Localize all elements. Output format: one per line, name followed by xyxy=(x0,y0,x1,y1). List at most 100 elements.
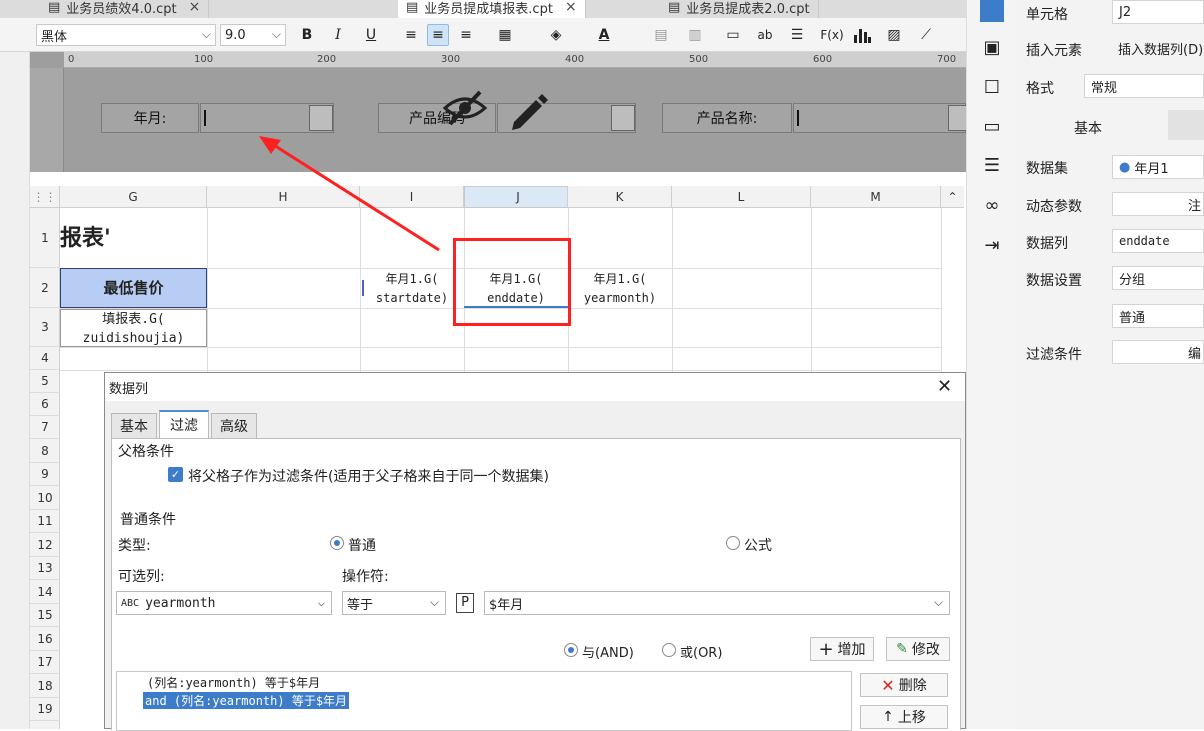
tab-basic[interactable]: 基本 xyxy=(111,413,157,438)
row-header[interactable]: 10 xyxy=(30,486,60,510)
tab-doc-2[interactable]: ▤ 业务员提成填报表.cpt × xyxy=(398,0,586,18)
advanced-subtab[interactable] xyxy=(1168,110,1204,140)
column-header[interactable]: K xyxy=(568,186,672,208)
cell-attributes-icon[interactable] xyxy=(980,0,1004,22)
filter-condition-button[interactable]: 编 xyxy=(1112,340,1204,364)
operator-select[interactable]: 等于 ⌵ xyxy=(342,591,446,615)
row-header[interactable]: 16 xyxy=(30,627,60,651)
data-setting-mode-select[interactable]: 普通 xyxy=(1112,304,1204,328)
report-title-fragment[interactable]: 报表' xyxy=(60,226,120,252)
row-header[interactable]: 12 xyxy=(30,533,60,557)
row-header[interactable]: 5 xyxy=(30,370,60,393)
radio-and[interactable] xyxy=(564,643,578,657)
tab-doc-3[interactable]: ▤ 业务员提成表2.0.cpt xyxy=(660,0,819,18)
row-header[interactable]: 3 xyxy=(30,308,60,347)
row-header[interactable]: 15 xyxy=(30,604,60,627)
scroll-up-icon[interactable]: ⌃ xyxy=(941,186,964,208)
cell-g3[interactable]: 填报表.G( zuidishoujia) xyxy=(60,309,207,347)
bold-button[interactable]: B xyxy=(296,24,318,46)
row-header[interactable]: 17 xyxy=(30,651,60,674)
modify-condition-button[interactable]: ✎ 修改 xyxy=(886,637,950,661)
cell-value-field[interactable]: J2 xyxy=(1112,0,1204,24)
row-header[interactable]: 9 xyxy=(30,463,60,486)
move-up-button[interactable]: ↑ 上移 xyxy=(860,705,948,729)
parameter-type-button[interactable]: P xyxy=(456,593,474,613)
delete-condition-button[interactable]: ✕ 删除 xyxy=(860,673,948,697)
condition-icon[interactable]: ▭ xyxy=(980,115,1004,137)
select-all-corner[interactable]: ⋮⋮ xyxy=(30,186,60,208)
product-code-picker-button[interactable] xyxy=(611,105,635,131)
header-cell-min-price[interactable]: 最低售价 xyxy=(60,268,207,308)
column-header-selected[interactable]: J xyxy=(464,186,568,208)
date-picker-button[interactable] xyxy=(309,105,333,131)
merge-cells-icon[interactable]: ▤ xyxy=(650,24,672,46)
condition-list[interactable]: (列名:yearmonth) 等于$年月 and (列名:yearmonth) … xyxy=(116,671,852,731)
column-header[interactable]: M xyxy=(811,186,941,208)
hyperlink-icon[interactable]: ∞ xyxy=(980,194,1004,216)
add-condition-button[interactable]: + 增加 xyxy=(810,637,874,661)
column-header[interactable]: L xyxy=(672,186,811,208)
radio-or[interactable] xyxy=(662,643,676,657)
split-cells-icon[interactable]: ▥ xyxy=(684,24,706,46)
align-center-icon[interactable]: ≡ xyxy=(427,24,449,46)
row-header[interactable]: 14 xyxy=(30,580,60,604)
text-ab-button[interactable]: ab xyxy=(754,24,776,46)
diagonal-line-icon[interactable]: ⟋ xyxy=(915,24,937,46)
parent-filter-checkbox[interactable]: ✓ xyxy=(168,467,183,482)
hidden-eye-icon[interactable] xyxy=(442,88,488,132)
close-icon[interactable]: × xyxy=(189,0,201,15)
format-select[interactable]: 常规 xyxy=(1084,74,1204,98)
tab-doc-1[interactable]: ▤ 业务员绩效4.0.cpt × xyxy=(40,0,210,18)
italic-button[interactable]: I xyxy=(327,24,349,46)
widget-icon[interactable]: ☐ xyxy=(980,76,1004,98)
row-header[interactable]: 8 xyxy=(30,439,60,463)
style-icon[interactable]: ▣ xyxy=(980,36,1004,58)
radio-normal[interactable] xyxy=(330,536,344,550)
radio-formula[interactable] xyxy=(726,536,740,550)
text-wrap-icon[interactable]: ☰ xyxy=(786,24,808,46)
row-header[interactable]: 6 xyxy=(30,393,60,416)
font-color-icon[interactable]: A xyxy=(593,24,615,46)
row-header[interactable]: 2 xyxy=(30,268,60,308)
list-icon[interactable]: ☰ xyxy=(980,154,1004,176)
condition-item[interactable]: (列名:yearmonth) 等于$年月 xyxy=(147,674,320,691)
formula-button[interactable]: F(x) xyxy=(818,24,846,46)
year-month-field[interactable] xyxy=(200,103,334,133)
row-header[interactable]: 13 xyxy=(30,557,60,580)
tab-advanced[interactable]: 高级 xyxy=(211,413,257,438)
close-icon[interactable]: × xyxy=(565,0,577,15)
border-icon[interactable]: ▦ xyxy=(494,24,516,46)
row-header[interactable]: 18 xyxy=(30,674,60,698)
align-right-icon[interactable]: ≡ xyxy=(455,24,477,46)
row-header[interactable]: 7 xyxy=(30,416,60,439)
align-left-icon[interactable]: ≡ xyxy=(400,24,422,46)
data-column-field[interactable]: enddate xyxy=(1112,229,1204,253)
cell-k2[interactable]: 年月1.G( yearmonth) xyxy=(568,270,672,308)
import-icon[interactable]: ⇥ xyxy=(980,234,1004,256)
underline-button[interactable]: U xyxy=(360,24,382,46)
cell-i2[interactable]: 年月1.G( startdate) xyxy=(360,270,464,308)
row-header[interactable]: 4 xyxy=(30,347,60,370)
column-header[interactable]: G xyxy=(60,186,207,208)
row-header[interactable]: 19 xyxy=(30,698,60,721)
text-field-icon[interactable]: ▭ xyxy=(722,24,744,46)
image-icon[interactable]: ▨ xyxy=(883,24,905,46)
row-header[interactable]: 1 xyxy=(30,208,60,268)
tab-filter[interactable]: 过滤 xyxy=(159,410,209,438)
fill-color-icon[interactable]: ◈ xyxy=(545,24,567,46)
bar-chart-icon[interactable] xyxy=(851,24,873,46)
edit-pencil-icon[interactable] xyxy=(506,88,550,136)
product-name-field[interactable] xyxy=(793,103,972,133)
font-family-select[interactable]: 黑体 ⌵ xyxy=(36,24,216,46)
dataset-field[interactable]: ● 年月1 xyxy=(1112,155,1204,179)
dynamic-param-button[interactable]: 注 xyxy=(1112,192,1204,216)
insert-element-select[interactable]: 插入数据列(D) xyxy=(1112,36,1204,60)
data-setting-select[interactable]: 分组 xyxy=(1112,266,1204,290)
column-select[interactable]: ABC yearmonth ⌵ xyxy=(116,591,332,615)
row-header[interactable]: 11 xyxy=(30,510,60,533)
basic-subtab[interactable]: 基本 xyxy=(1074,118,1102,138)
condition-item-selected[interactable]: and (列名:yearmonth) 等于$年月 xyxy=(143,692,350,709)
close-icon[interactable]: ✕ xyxy=(937,376,952,397)
value-select[interactable]: $年月 ⌵ xyxy=(484,591,950,615)
font-size-select[interactable]: 9.0 ⌵ xyxy=(220,24,286,46)
